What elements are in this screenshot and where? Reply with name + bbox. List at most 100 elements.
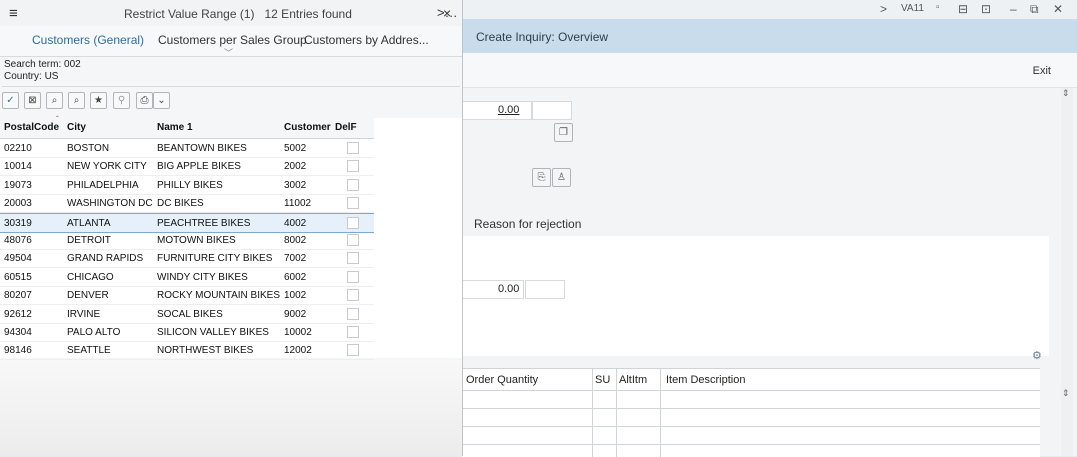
collapse-icon[interactable]: ﹀ [224,46,233,59]
vertical-scrollbar[interactable]: ⇕ ⇕ [1061,88,1073,456]
divider [462,390,1040,391]
cell-postalcode: 10014 [4,161,32,173]
exit-button[interactable]: Exit [1033,65,1051,77]
search-next-icon[interactable]: ⌕ [68,92,85,109]
table-row[interactable]: 98146 SEATTLE NORTHWEST BIKES 12002 [0,341,374,361]
minimize-icon[interactable]: – [1010,2,1017,16]
cell-postalcode: 49504 [4,253,32,265]
cell-customer: 8002 [284,235,307,246]
delf-checkbox[interactable] [347,160,359,173]
cell-customer: 5002 [284,143,307,154]
delf-checkbox[interactable] [347,344,359,357]
favorite-icon[interactable]: ★ [90,92,107,109]
delf-checkbox[interactable] [347,234,359,246]
cell-name1: PEACHTREE BIKES [157,217,251,229]
cell-customer: 3002 [284,179,307,191]
delf-checkbox[interactable] [347,216,359,229]
cell-city: IRVINE [67,308,101,320]
cell-postalcode: 48076 [4,235,32,246]
tab-customers-address[interactable]: Customers by Addres... [304,33,429,47]
search-term: Search term: 002 [4,59,81,70]
cell-name1: SILICON VALLEY BIKES [157,327,269,338]
table-row[interactable]: 92612 IRVINE SOCAL BIKES 9002 [0,305,374,324]
table-row[interactable]: 49504 GRAND RAPIDS FURNITURE CITY BIKES 700… [0,249,374,269]
cell-postalcode: 02210 [4,143,32,154]
delf-checkbox[interactable] [347,178,359,191]
cell-city: GRAND RAPIDS [67,253,144,265]
delf-checkbox[interactable] [347,326,359,338]
table-row[interactable]: 94304 PALO ALTO SILICON VALLEY BIKES 10002 [0,323,374,342]
cell-postalcode: 98146 [4,345,32,357]
chevron-down-icon[interactable]: ⌄ [153,92,170,109]
table-row[interactable]: 30319 ATLANTA PEACHTREE BIKES 4002 [0,212,374,233]
cell-city: WASHINGTON DC [67,198,153,210]
menu-icon[interactable]: ≡ [9,5,18,22]
delf-checkbox[interactable] [347,197,359,210]
cell-postalcode: 80207 [4,290,32,302]
delf-checkbox[interactable] [347,142,359,154]
table-row[interactable]: 10014 NEW YORK CITY BIG APPLE BIKES 2002 [0,157,374,177]
col-su[interactable]: SU [595,374,610,386]
col-postalcode[interactable]: PostalCode [4,122,59,133]
table-row[interactable]: 80207 DENVER ROCKY MOUNTAIN BIKES 1002 [0,286,374,306]
table-row[interactable]: 48076 DETROIT MOTOWN BIKES 8002 [0,231,374,250]
cell-customer: 2002 [284,161,307,173]
link-icon[interactable]: ⚲ [113,92,130,109]
cell-customer: 7002 [284,253,307,265]
print-icon[interactable]: ⎙ [136,92,153,109]
more-tabs-icon[interactable]: >… [437,5,458,20]
tab-customers-general[interactable]: Customers (General) [32,33,144,47]
copy-icon[interactable]: ⎘ [532,168,551,187]
cell-city: DENVER [67,290,109,302]
divider [462,426,1040,427]
cancel-icon[interactable]: ⊠ [24,92,41,109]
delf-checkbox[interactable] [347,270,359,283]
col-customer[interactable]: Customer [284,122,331,133]
col-order-quantity[interactable]: Order Quantity [466,374,538,386]
col-item-description[interactable]: Item Description [666,374,745,386]
scroll-arrows-icon[interactable]: ⇕ [1062,388,1070,399]
settings-icon[interactable]: ⚙ [1032,349,1042,362]
lock-icon[interactable]: ⊡ [981,2,991,16]
run-icon[interactable]: ▫ [936,2,940,13]
nav-arrow-icon[interactable]: > [880,2,887,16]
value-help-dialog: ≡ Restrict Value Range (1) 12 Entries fo… [0,0,463,456]
cell-city: SEATTLE [67,345,111,357]
col-city[interactable]: City [67,122,86,133]
cell-postalcode: 30319 [4,217,32,229]
cell-customer: 9002 [284,308,307,320]
currency-field[interactable] [532,101,572,120]
col-delf[interactable]: DelF [335,122,357,133]
confirm-icon[interactable]: ✓ [2,92,19,109]
document-icon[interactable]: ❐ [554,123,573,142]
table-row[interactable]: 19073 PHILADELPHIA PHILLY BIKES 3002 [0,176,374,195]
cell-customer: 6002 [284,271,307,283]
window-close-icon[interactable]: ✕ [1053,2,1063,16]
cell-name1: WINDY CITY BIKES [157,271,248,283]
cell-postalcode: 19073 [4,179,32,191]
table-row[interactable]: 02210 BOSTON BEANTOWN BIKES 5002 [0,139,374,158]
restore-icon[interactable]: ⧉ [1030,2,1039,17]
table-row[interactable]: 20003 WASHINGTON DC DC BIKES 11002 [0,194,374,214]
col-name1[interactable]: Name 1 [157,122,193,133]
cell-name1: MOTOWN BIKES [157,235,236,246]
cell-postalcode: 94304 [4,327,32,338]
system-toolbar: > VA11 ▫ ⊟ ⊡ – ⧉ ✕ [462,0,1077,20]
cell-customer: 10002 [284,327,312,338]
results-table: PostalCode ˆ City Name 1 Customer DelF 0… [0,115,462,361]
search-icon[interactable]: ⌕ [46,92,63,109]
cell-customer: 11002 [284,198,312,210]
divider [2,86,460,87]
delf-checkbox[interactable] [347,307,359,320]
unit-field[interactable] [525,280,565,299]
person-icon[interactable]: ♙ [552,168,571,187]
delf-checkbox[interactable] [347,289,359,302]
col-altitm[interactable]: AltItm [619,374,647,386]
tab-customers-sales-group[interactable]: Customers per Sales Group [158,33,307,47]
delf-checkbox[interactable] [347,252,359,265]
scroll-arrows-icon[interactable]: ⇕ [1062,88,1070,99]
net-value-field[interactable] [462,101,532,120]
layout-icon[interactable]: ⊟ [958,2,968,16]
divider [462,444,1040,445]
table-row[interactable]: 60515 CHICAGO WINDY CITY BIKES 6002 [0,268,374,287]
